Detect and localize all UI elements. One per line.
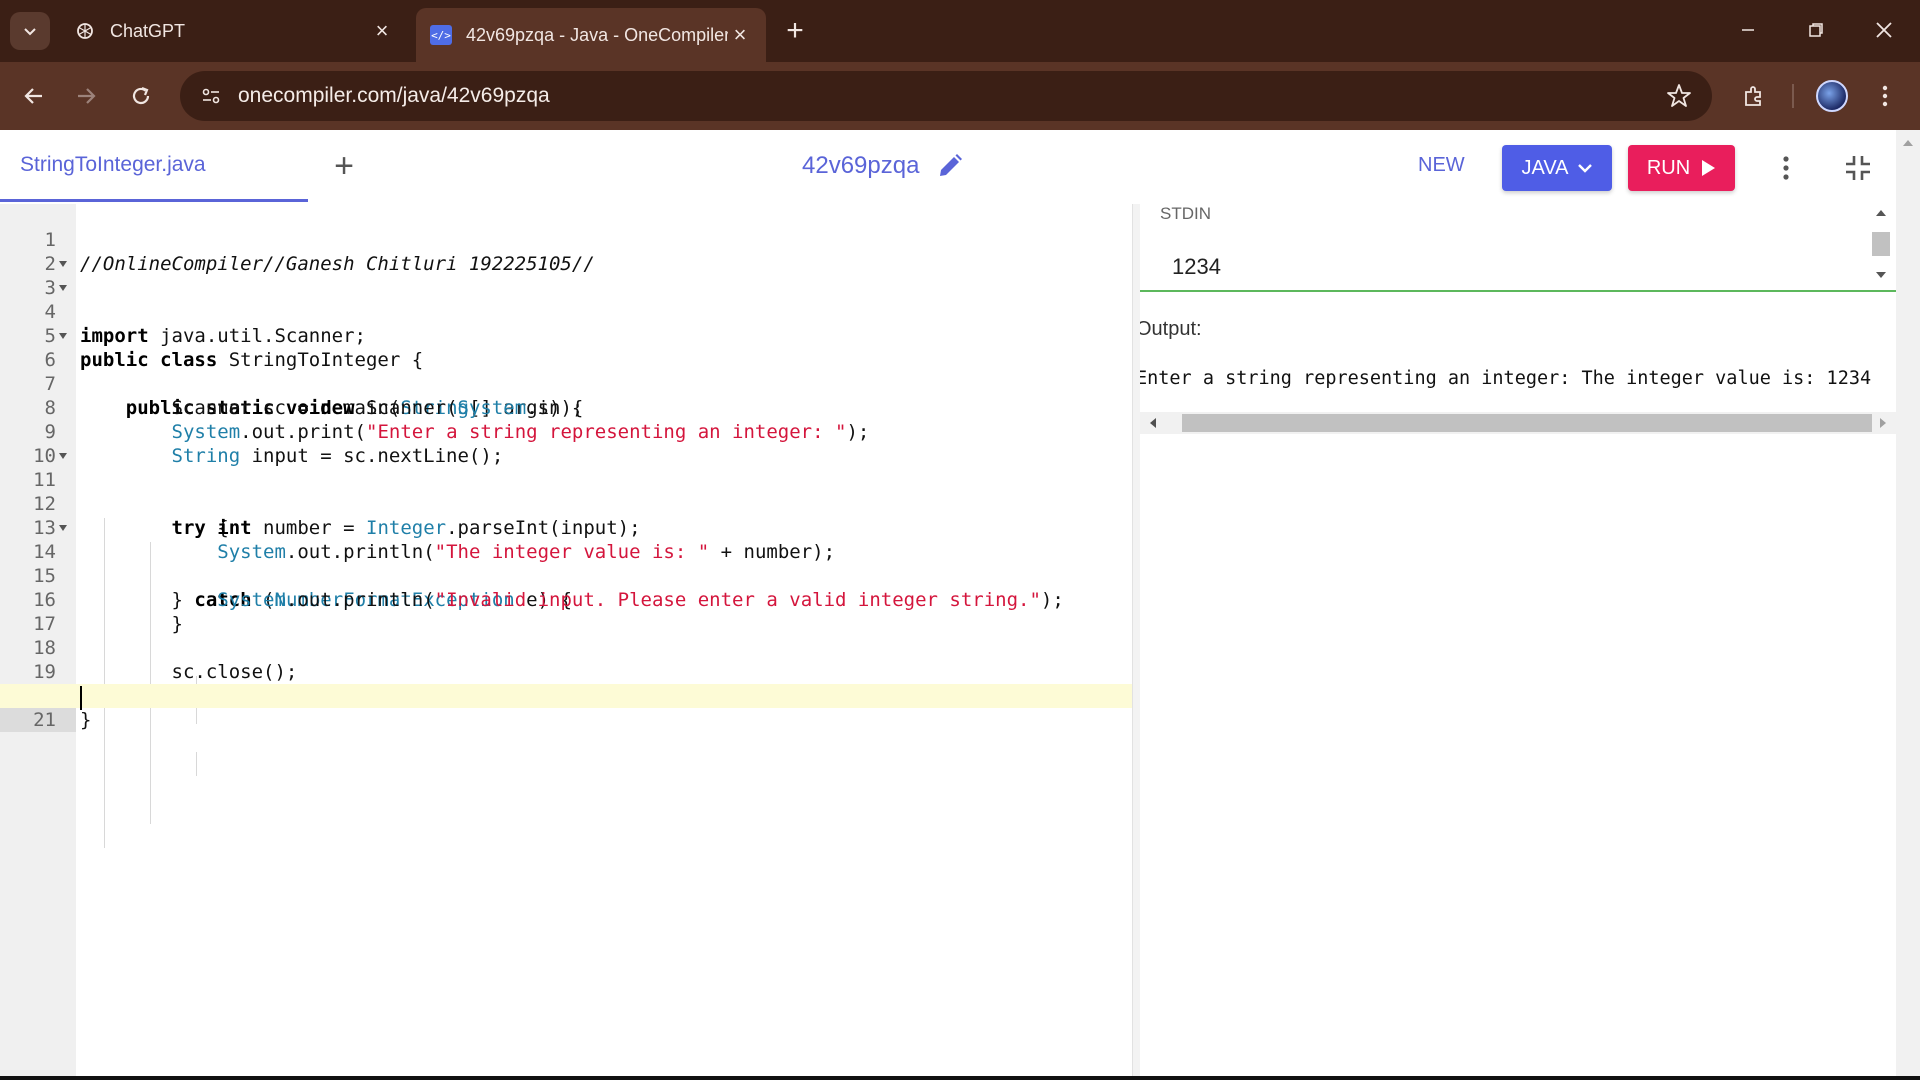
code-line: 1 //OnlineCompiler//Ganesh Chitluri 1922… bbox=[0, 204, 1132, 275]
extensions-button[interactable] bbox=[1734, 76, 1774, 116]
code-line: 12 int number = Integer.parseInt(input); bbox=[0, 468, 1132, 539]
language-select-button[interactable]: JAVA bbox=[1502, 145, 1612, 191]
address-bar[interactable]: onecompiler.com/java/42v69pzqa bbox=[180, 71, 1712, 121]
fold-arrow-icon[interactable] bbox=[59, 285, 67, 291]
close-icon bbox=[1876, 22, 1892, 38]
minimize-button[interactable] bbox=[1716, 10, 1780, 50]
code-line: 11 try { bbox=[0, 444, 1132, 539]
browser-toolbar: onecompiler.com/java/42v69pzqa bbox=[0, 62, 1920, 130]
new-button[interactable]: NEW bbox=[1418, 154, 1465, 177]
language-label: JAVA bbox=[1521, 156, 1569, 179]
text-cursor bbox=[80, 686, 82, 710]
code-line-active: 21 bbox=[0, 684, 1132, 732]
minimize-icon bbox=[1742, 29, 1754, 31]
code-line: 4 public class StringToInteger { bbox=[0, 276, 1132, 371]
back-button[interactable] bbox=[14, 76, 54, 116]
more-options-button[interactable] bbox=[1770, 150, 1802, 186]
fold-arrow-icon[interactable] bbox=[59, 453, 67, 459]
stdin-scrollbar[interactable] bbox=[1868, 204, 1894, 288]
output-label: Output: bbox=[1140, 318, 1202, 340]
panel-splitter[interactable] bbox=[1132, 204, 1140, 1080]
puzzle-icon bbox=[1745, 86, 1761, 106]
browser-menu-button[interactable] bbox=[1870, 76, 1900, 116]
output-horizontal-scrollbar[interactable] bbox=[1140, 412, 1896, 434]
window-close-button[interactable] bbox=[1852, 10, 1916, 50]
close-icon[interactable]: × bbox=[370, 18, 394, 43]
reload-button[interactable] bbox=[121, 76, 161, 116]
bookmark-star-icon[interactable] bbox=[1666, 83, 1692, 109]
project-name: 42v69pzqa bbox=[802, 152, 920, 179]
toolbar-divider bbox=[1792, 84, 1794, 108]
restore-icon bbox=[1809, 23, 1823, 37]
fold-arrow-icon[interactable] bbox=[59, 261, 67, 267]
code-line: 13 System.out.println("The integer value… bbox=[0, 492, 1132, 563]
line-number: 21 bbox=[0, 708, 76, 732]
scroll-left-icon[interactable] bbox=[1150, 418, 1156, 428]
tab-title: ChatGPT bbox=[110, 20, 186, 41]
code-text: } bbox=[80, 709, 92, 731]
chevron-down-icon bbox=[1577, 164, 1592, 173]
more-vertical-icon bbox=[1783, 156, 1789, 180]
more-vertical-icon bbox=[1882, 85, 1888, 107]
chevron-down-icon bbox=[24, 28, 36, 36]
tab-search-button[interactable] bbox=[10, 12, 50, 50]
page-scrollbar[interactable] bbox=[1896, 130, 1920, 1080]
file-tab[interactable]: StringToInteger.java bbox=[0, 130, 308, 202]
onecompiler-icon: </> bbox=[430, 24, 452, 46]
code-line: 10 bbox=[0, 420, 1132, 467]
restore-button[interactable] bbox=[1784, 10, 1848, 50]
code-line: 9 String input = sc.nextLine(); bbox=[0, 396, 1132, 467]
io-panel: STDIN 1234 Output: Enter a string repres… bbox=[1140, 204, 1896, 1080]
browser-tab-bar: ChatGPT × </> 42v69pzqa - Java - OneComp… bbox=[0, 0, 1920, 62]
fold-arrow-icon[interactable] bbox=[59, 333, 67, 339]
reload-icon bbox=[132, 86, 150, 105]
code-line: 7 Scanner sc = new Scanner(System.in); bbox=[0, 348, 1132, 419]
code-line: 14 } catch (NumberFormatException e) { bbox=[0, 516, 1132, 611]
code-line: 6 public static void main(String[] args)… bbox=[0, 324, 1132, 419]
arrow-right-icon bbox=[78, 88, 96, 104]
add-file-button[interactable]: + bbox=[326, 147, 362, 185]
scrollbar-thumb[interactable] bbox=[1182, 414, 1872, 432]
stdin-label: STDIN bbox=[1160, 204, 1211, 223]
collapse-icon[interactable] bbox=[1840, 150, 1876, 186]
code-line: 8 System.out.print("Enter a string repre… bbox=[0, 372, 1132, 443]
code-editor[interactable]: 1 //OnlineCompiler//Ganesh Chitluri 1922… bbox=[0, 204, 1132, 1080]
chatgpt-icon bbox=[74, 20, 96, 42]
svg-text:</>: </> bbox=[431, 29, 451, 42]
code-line: 19 } bbox=[0, 636, 1132, 707]
url-text[interactable]: onecompiler.com/java/42v69pzqa bbox=[238, 84, 550, 108]
code-line: 20 } bbox=[0, 660, 1132, 731]
output-text: Enter a string representing an integer: … bbox=[1140, 368, 1872, 389]
code-line: 3 import java.util.Scanner; bbox=[0, 252, 1132, 347]
tab-title: 42v69pzqa - Java - OneCompiler bbox=[466, 24, 728, 45]
profile-avatar[interactable] bbox=[1816, 80, 1848, 112]
stdin-underline bbox=[1140, 290, 1896, 292]
code-line: 5 bbox=[0, 300, 1132, 347]
scroll-right-icon[interactable] bbox=[1880, 418, 1886, 428]
close-icon[interactable]: × bbox=[728, 22, 752, 47]
site-info-icon[interactable] bbox=[196, 81, 226, 111]
code-line: 16 } bbox=[0, 564, 1132, 635]
pencil-icon[interactable] bbox=[936, 152, 964, 180]
new-tab-button[interactable]: + bbox=[778, 14, 812, 48]
code-line: 15 System.out.println("Invalid input. Pl… bbox=[0, 540, 1132, 611]
stdin-input[interactable]: 1234 bbox=[1172, 254, 1221, 280]
code-line: 17 bbox=[0, 588, 1132, 635]
indent-guide bbox=[196, 752, 197, 776]
play-icon bbox=[1702, 160, 1716, 176]
fold-arrow-icon[interactable] bbox=[59, 525, 67, 531]
code-line: 2 bbox=[0, 228, 1132, 275]
compiler-header: StringToInteger.java + 42v69pzqa NEW JAV… bbox=[0, 130, 1902, 202]
tab-onecompiler[interactable]: </> 42v69pzqa - Java - OneCompiler × bbox=[416, 8, 766, 62]
forward-button[interactable] bbox=[66, 76, 106, 116]
run-button[interactable]: RUN bbox=[1628, 145, 1735, 191]
tab-chatgpt[interactable]: ChatGPT × bbox=[60, 8, 408, 54]
arrow-left-icon bbox=[24, 88, 42, 104]
code-line: 18 sc.close(); bbox=[0, 612, 1132, 683]
run-label: RUN bbox=[1646, 156, 1691, 179]
window-bottom-edge bbox=[0, 1076, 1920, 1080]
scroll-up-icon[interactable] bbox=[1903, 140, 1913, 146]
